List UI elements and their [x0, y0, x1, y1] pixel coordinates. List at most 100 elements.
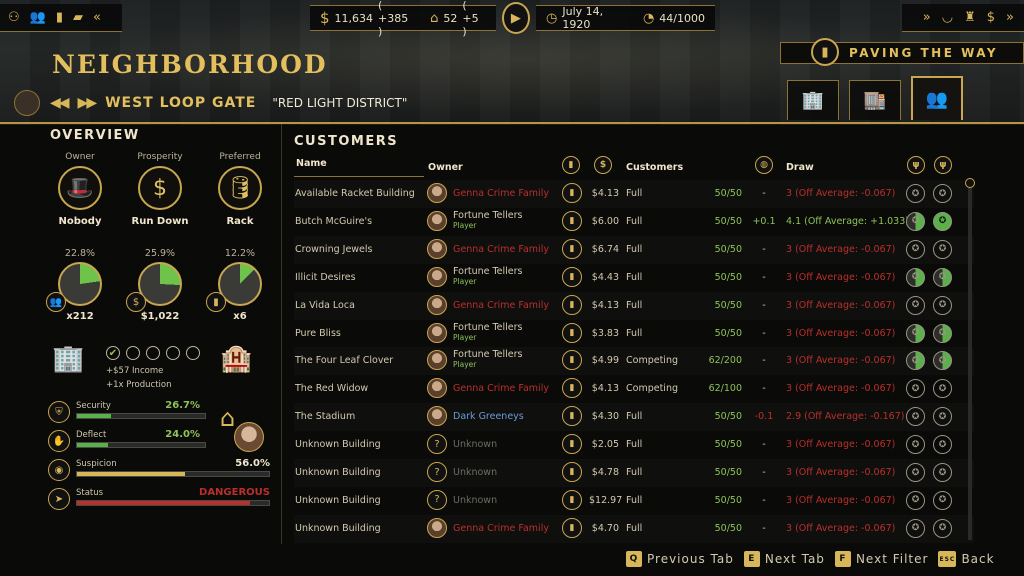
star-badge-icon[interactable]: ✪: [906, 407, 925, 427]
table-row[interactable]: Crowning Jewels Genna Crime Family ▮ $6.74 F…: [294, 236, 974, 264]
star-badge-icon[interactable]: ✪: [906, 490, 925, 510]
star-badge-icon[interactable]: ✪: [906, 351, 925, 371]
filter-b-icon[interactable]: ψ: [934, 156, 952, 174]
money-delta: ( +385 ): [378, 0, 409, 38]
star-badge-icon[interactable]: ✪: [933, 211, 952, 231]
stat-value: 26.7%: [165, 400, 200, 411]
table-row[interactable]: Available Racket Building Genna Crime Fam…: [294, 180, 974, 208]
folder-icon[interactable]: ▰: [73, 11, 83, 24]
column-customers[interactable]: Customers: [626, 162, 683, 173]
owner-avatar: [427, 266, 447, 287]
star-badge-icon[interactable]: ✪: [933, 435, 952, 455]
tab-businesses[interactable]: 🏬: [849, 80, 901, 120]
star-badge-icon[interactable]: ✪: [933, 518, 952, 538]
star-badge-icon[interactable]: ✪: [933, 379, 952, 399]
production-icon: ▮: [562, 238, 582, 259]
share-customers: 22.8% 👥 x212: [40, 248, 120, 322]
next-tab-button[interactable]: E Next Tab: [743, 551, 825, 567]
scrollbar-handle[interactable]: [965, 178, 975, 188]
filter-a-icon[interactable]: ψ: [907, 156, 925, 174]
previous-tab-button[interactable]: Q Previous Tab: [626, 551, 734, 567]
book-icon[interactable]: ▮: [56, 11, 63, 24]
table-row[interactable]: Unknown Building? Unknown ▮ $4.78 Full 50/50 -…: [294, 459, 974, 487]
dollar-icon[interactable]: $: [987, 11, 995, 24]
star-badge-icon[interactable]: ✪: [906, 463, 925, 482]
owner-name: Genna Crime Family: [453, 522, 549, 534]
draw-value: 3 (Off Average: -0.067): [786, 439, 896, 451]
people-icon: 👥: [46, 292, 66, 312]
price: $4.30: [591, 411, 619, 423]
table-row[interactable]: The Red Widow Genna Crime Family ▮ $4.13 Com…: [294, 375, 974, 403]
building-name: The Four Leaf Clover: [295, 355, 394, 367]
price: $4.13: [591, 383, 619, 395]
back-button[interactable]: ESC Back: [938, 551, 994, 567]
customer-count: 50/50: [714, 188, 742, 199]
mission-banner[interactable]: ▮ PAVING THE WAY: [780, 38, 1024, 66]
draw-delta: -: [762, 494, 766, 506]
table-row[interactable]: Unknown Building? Unknown ▮ $2.05 Full 50/50 -…: [294, 431, 974, 459]
star-badge-icon[interactable]: ✪: [933, 351, 952, 371]
owner-sub: Player: [453, 220, 477, 230]
bottle-icon[interactable]: ◍: [755, 156, 773, 174]
star-badge-icon[interactable]: ✪: [933, 184, 952, 203]
star-badge-icon[interactable]: ✪: [933, 463, 952, 482]
column-draw[interactable]: Draw: [786, 162, 814, 173]
table-row[interactable]: Butch McGuire's Fortune Tellers Player ▮ $6.…: [294, 208, 974, 236]
star-badge-icon[interactable]: ✪: [906, 295, 925, 315]
tab-buildings[interactable]: 🏢: [787, 80, 839, 120]
column-owner[interactable]: Owner: [428, 162, 463, 173]
production-icon[interactable]: ▮: [562, 156, 580, 174]
family-icon[interactable]: ⚇: [8, 11, 20, 24]
table-row[interactable]: Unknown Building Genna Crime Family ▮ $4.70…: [294, 515, 974, 543]
star-badge-icon[interactable]: ✪: [906, 435, 925, 455]
column-name[interactable]: Name: [296, 158, 327, 169]
people-icon[interactable]: 👥: [30, 11, 46, 24]
chevrons-right-icon[interactable]: »: [923, 11, 931, 24]
star-badge-icon[interactable]: ✪: [906, 518, 925, 538]
owner-avatar: [427, 238, 447, 259]
scrollbar[interactable]: [965, 178, 975, 540]
star-badge-icon[interactable]: ✪: [906, 267, 925, 287]
prosperity-value: Run Down: [131, 216, 189, 227]
star-badge-icon[interactable]: ✪: [906, 211, 925, 231]
table-row[interactable]: La Vida Loca Genna Crime Family ▮ $4.13 Full…: [294, 292, 974, 320]
star-badge-icon[interactable]: ✪: [933, 267, 952, 287]
table-row[interactable]: Pure Bliss Fortune Tellers Player ▮ $3.83 Ful…: [294, 320, 974, 348]
play-button[interactable]: ▶: [501, 2, 531, 34]
chevrons-right-icon[interactable]: »: [1006, 11, 1014, 24]
star-badge-icon[interactable]: ✪: [933, 490, 952, 510]
star-badge-icon[interactable]: ✪: [933, 295, 952, 315]
owner-cell: Fortune Tellers Player: [453, 350, 523, 370]
draw-value: 3 (Off Average: -0.067): [786, 243, 896, 255]
table-row[interactable]: The Stadium Dark Greeneys ▮ $4.30 Full 50/50-…: [294, 403, 974, 431]
star-badge-icon[interactable]: ✪: [906, 379, 925, 399]
owner-name: Unknown: [453, 467, 498, 478]
star-badge-icon[interactable]: ✪: [933, 323, 952, 343]
prev-district-icon[interactable]: ◀◀: [50, 95, 69, 111]
draw-value: 3 (Off Average: -0.067): [786, 355, 896, 367]
stat-fill: [77, 472, 185, 476]
production-icon: ▮: [562, 294, 582, 315]
mask-icon[interactable]: ◡: [942, 11, 953, 24]
draw-delta: +0.1: [752, 215, 776, 227]
suspicion-stat: ◉ Suspicion 56.0%: [48, 458, 270, 483]
table-row[interactable]: Illicit Desires Fortune Tellers Player ▮ $4.…: [294, 264, 974, 292]
tab-customers[interactable]: 👥: [911, 76, 963, 120]
star-badge-icon[interactable]: ✪: [906, 184, 925, 203]
date-value: July 14, 1920: [562, 5, 604, 31]
star-badge-icon[interactable]: ✪: [906, 239, 925, 259]
heat-value: 44/1000: [659, 11, 705, 25]
building-icon[interactable]: ♜: [964, 11, 976, 24]
owner-name: Fortune Tellers: [453, 265, 523, 277]
next-district-icon[interactable]: ▶▶: [78, 95, 97, 111]
table-row[interactable]: The Four Leaf Clover Fortune Tellers Playe…: [294, 347, 974, 375]
price: $4.70: [591, 522, 619, 534]
star-badge-icon[interactable]: ✪: [906, 323, 925, 343]
date-display: ◷ July 14, 1920: [536, 5, 633, 31]
star-badge-icon[interactable]: ✪: [933, 239, 952, 259]
chevrons-left-icon[interactable]: «: [93, 11, 101, 24]
star-badge-icon[interactable]: ✪: [933, 407, 952, 427]
table-row[interactable]: Unknown Building? Unknown ▮ $12.97 Full 50/50…: [294, 487, 974, 515]
next-filter-button[interactable]: F Next Filter: [834, 551, 929, 567]
price-icon[interactable]: $: [594, 156, 612, 174]
